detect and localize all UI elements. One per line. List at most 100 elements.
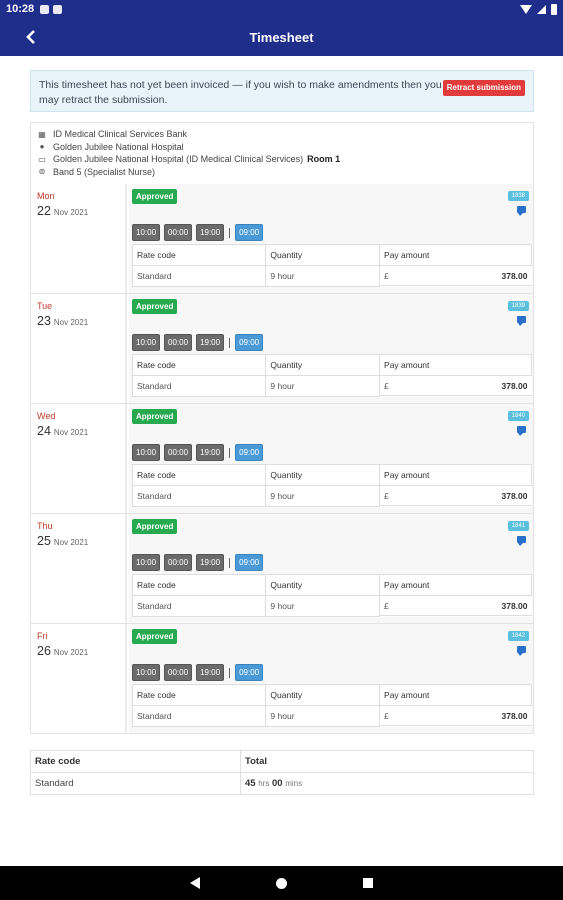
divider [229,667,231,678]
page-title: Timesheet [249,29,314,45]
day-entry-tue: Tue 23 Nov 2021 Approved 1839 10:00 00:00… [30,294,534,404]
assignment-details: ▦ ID Medical Clinical Services Bank ● Gold… [30,122,534,184]
nav-home-icon[interactable] [276,877,287,889]
quantity: 9 hour [265,595,381,617]
back-arrow-icon [26,30,35,44]
shift-id-badge: 1842 [507,631,529,641]
currency: £ [384,381,389,391]
col-quantity: Quantity [265,354,381,376]
room-name: Room 1 [307,154,341,165]
summary-col-rate-code: Rate code [30,750,241,773]
start-time: 10:00 [132,554,161,571]
col-pay-amount: Pay amount [379,244,532,266]
day-entry-wed: Wed 24 Nov 2021 Approved 1840 10:00 00:00… [30,404,534,514]
notice-text: This timesheet has not yet been invoiced… [39,79,442,107]
signal-icon [537,4,546,14]
nav-back-icon[interactable] [190,877,200,889]
comment-icon[interactable] [517,206,526,216]
rate-table: Rate code Quantity Pay amount Standard 9 ho… [131,684,532,727]
shift-entry: Approved 1838 10:00 00:00 19:00 09:00 Ra… [129,184,533,293]
location-pin-icon: ● [39,142,45,152]
day-name: Fri [37,631,48,641]
break-time: 00:00 [164,554,193,571]
divider [229,557,231,568]
divider [229,447,231,458]
status-badge: Approved [132,409,178,424]
rate-table: Rate code Quantity Pay amount Standard 9 ho… [131,244,532,287]
status-bar: 10:28 [0,0,563,18]
end-time: 19:00 [196,554,225,571]
day-date: 22 Nov 2021 [37,204,119,218]
end-time: 19:00 [196,224,225,241]
col-pay-amount: Pay amount [379,354,532,376]
shift-times: 10:00 00:00 19:00 09:00 [132,554,264,571]
col-quantity: Quantity [265,684,381,706]
pay-amount: £378.00 [380,266,532,286]
wifi-icon [520,4,532,14]
quantity: 9 hour [265,705,381,727]
end-time: 19:00 [196,664,225,681]
shift-id-badge: 1839 [507,301,529,311]
quantity: 9 hour [265,375,381,397]
rate-code: Standard [131,485,267,507]
break-time: 00:00 [164,224,193,241]
rate-code: Standard [131,265,267,287]
status-time: 10:28 [6,3,35,15]
shift-id-badge: 1840 [507,411,529,421]
rate-table: Rate code Quantity Pay amount Standard 9 ho… [131,354,532,397]
amount: 378.00 [501,381,528,391]
amount: 378.00 [501,601,528,611]
day-entry-fri: Fri 26 Nov 2021 Approved 1842 10:00 00:00… [30,624,534,734]
shift-times: 10:00 00:00 19:00 09:00 [132,664,264,681]
col-rate-code: Rate code [131,574,267,596]
location-name: Golden Jubilee National Hospital (ID Med… [53,154,304,165]
nav-recents-icon[interactable] [363,878,373,888]
end-time: 19:00 [196,334,225,351]
day-number: 22 [37,204,51,218]
back-button[interactable] [18,24,44,50]
date-column: Tue 23 Nov 2021 [31,294,127,403]
day-month: Nov 2021 [53,538,89,547]
day-entry-mon: Mon 22 Nov 2021 Approved 1838 10:00 00:00… [30,184,534,294]
comment-icon[interactable] [517,426,526,436]
hours-badge: 09:00 [235,444,264,461]
rate-code: Standard [131,375,267,397]
col-pay-amount: Pay amount [379,464,532,486]
rate-table: Rate code Quantity Pay amount Standard 9 ho… [131,464,532,507]
shift-times: 10:00 00:00 19:00 09:00 [132,224,264,241]
comment-icon[interactable] [517,646,526,656]
summary-total: 45 hrs 00 mins [240,772,534,795]
shift-times: 10:00 00:00 19:00 09:00 [132,334,264,351]
rate-code: Standard [131,705,267,727]
mins-unit: mins [285,779,303,788]
day-entry-thu: Thu 25 Nov 2021 Approved 1841 10:00 00:00… [30,514,534,624]
agency-name: ID Medical Clinical Services Bank [53,129,188,140]
col-quantity: Quantity [265,244,381,266]
pay-amount: £378.00 [380,706,532,726]
comment-icon[interactable] [517,536,526,546]
timesheet-content[interactable]: This timesheet has not yet been invoiced… [0,56,563,866]
summary-table: Rate code Total Standard 45 hrs 00 mins [30,750,534,795]
building-icon: ▦ [38,129,46,139]
comment-icon[interactable] [517,316,526,326]
col-rate-code: Rate code [131,464,267,486]
total-mins: 00 [271,778,283,789]
retract-submission-button[interactable]: Retract submission [442,80,525,96]
break-time: 00:00 [164,334,193,351]
total-hours: 45 [245,778,256,789]
table-row: Standard 45 hrs 00 mins [30,772,534,795]
pay-amount: £378.00 [380,596,532,616]
col-pay-amount: Pay amount [379,684,532,706]
currency: £ [384,271,389,281]
start-time: 10:00 [132,444,161,461]
col-rate-code: Rate code [131,684,267,706]
status-badge: Approved [132,189,178,204]
start-time: 10:00 [132,224,161,241]
col-rate-code: Rate code [131,244,267,266]
day-name: Tue [37,301,53,311]
quantity: 9 hour [265,485,381,507]
shift-id-badge: 1838 [507,191,529,201]
break-time: 00:00 [164,444,193,461]
end-time: 19:00 [196,444,225,461]
date-column: Fri 26 Nov 2021 [31,624,127,733]
